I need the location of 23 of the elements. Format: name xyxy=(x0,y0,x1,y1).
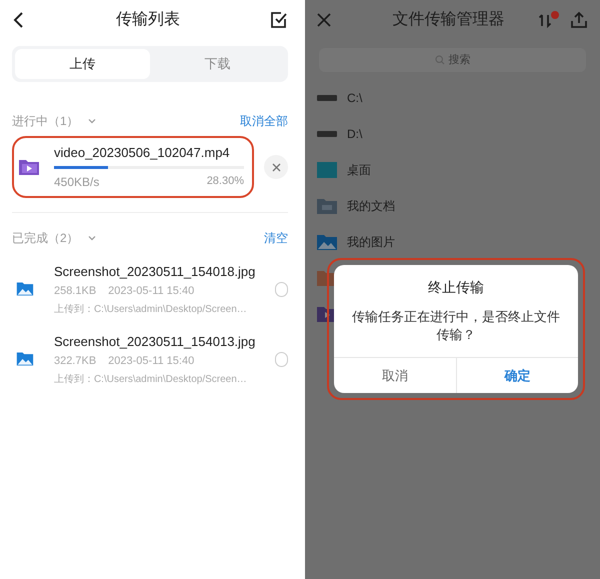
file-date: 2023-05-11 15:40 xyxy=(108,284,194,299)
file-size: 322.7KB xyxy=(54,354,96,369)
folder-name: 桌面 xyxy=(347,162,371,179)
page-title: 文件传输管理器 xyxy=(392,10,504,30)
dialog-message: 传输任务正在进行中，是否终止文件传输？ xyxy=(351,308,561,344)
file-name: Screenshot_20230511_154013.jpg xyxy=(54,332,256,351)
upload-path: 上传到：C:\Users\admin\Desktop/Screen… xyxy=(54,302,248,316)
folder-name: 我的文档 xyxy=(347,198,395,215)
section-heading: 已完成（2） xyxy=(12,230,79,247)
file-name: Screenshot_20230511_154018.jpg xyxy=(54,262,256,281)
folder-name: 我的图片 xyxy=(347,234,395,251)
page-title: 传输列表 xyxy=(116,10,180,30)
file-name: video_20230506_102047.mp4 xyxy=(54,144,231,162)
section-heading: 进行中（1） xyxy=(12,113,79,130)
dialog-title: 终止传输 xyxy=(427,278,485,297)
transfer-speed: 450KB/s xyxy=(54,174,100,192)
progress-percent: 28.30% xyxy=(206,174,244,190)
upload-path: 上传到：C:\Users\admin\Desktop/Screen… xyxy=(54,372,248,386)
folder-name: C:\ xyxy=(347,90,362,107)
folder-name: D:\ xyxy=(347,126,362,143)
search-placeholder: 搜索 xyxy=(448,52,470,68)
file-size: 258.1KB xyxy=(54,284,96,299)
file-date: 2023-05-11 15:40 xyxy=(108,354,194,369)
